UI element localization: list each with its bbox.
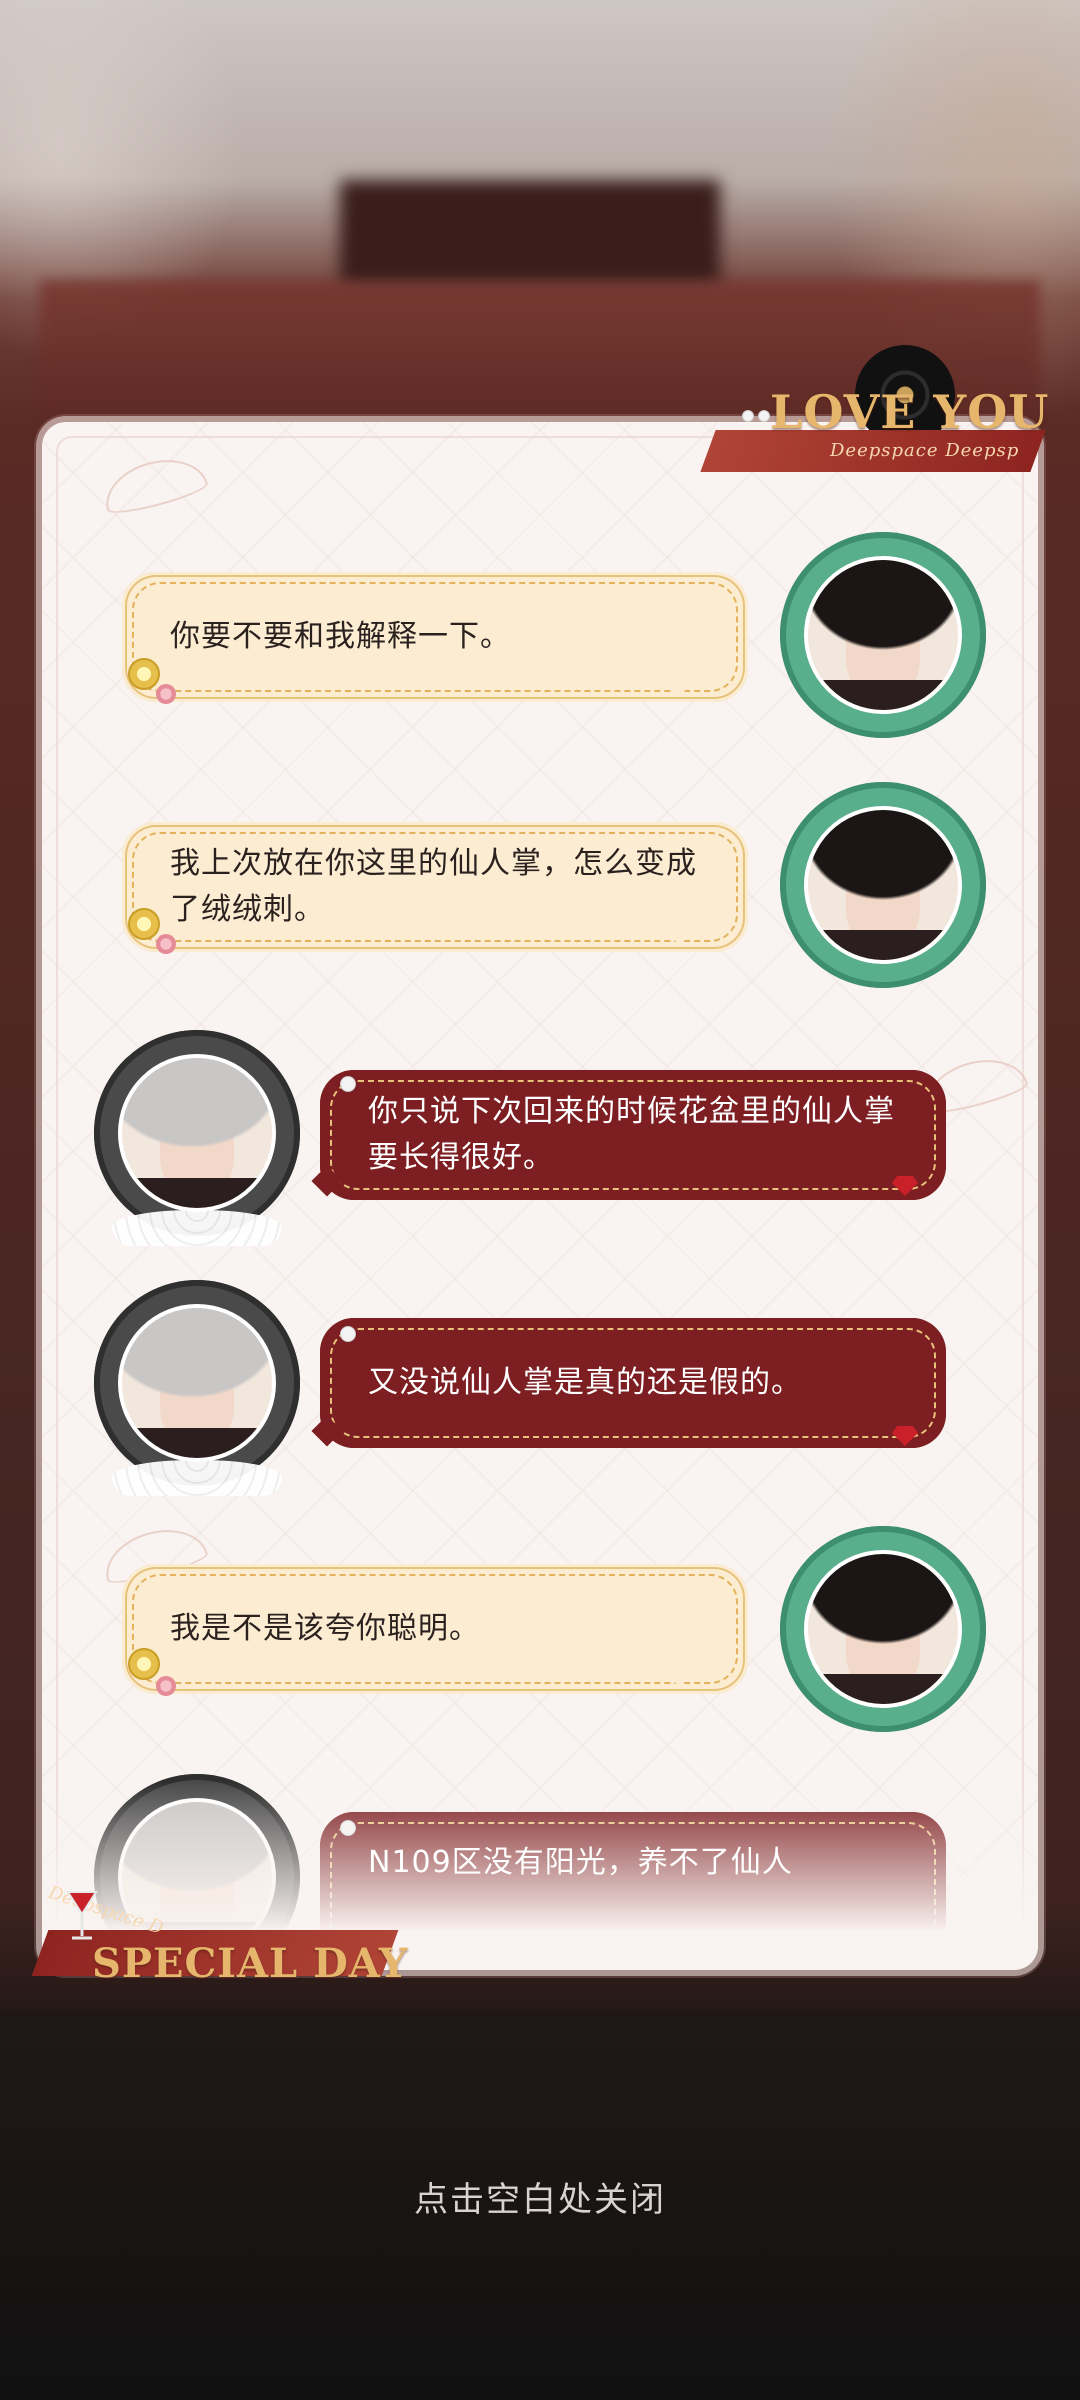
message-text: N109区没有阳光，养不了仙人 [368,1845,793,1880]
ribbon-subtitle: Deepspace Deepsp [830,440,1020,461]
flower-icon [156,934,176,954]
message-text: 我是不是该夸你聪明。 [170,1611,480,1646]
chat-list[interactable]: 你要不要和我解释一下。 我上次放在你这里的仙人掌，怎么变成了绒绒刺。 你只说下次… [42,422,1038,1970]
avatar-face [804,1550,962,1708]
avatar-him [94,1030,300,1246]
message-text: 又没说仙人掌是真的还是假的。 [368,1365,802,1400]
frill-decor [112,1210,282,1246]
coin-icon [128,908,160,940]
ribbon-title: LOVE YOU [770,385,1050,439]
pearl-icon [340,1326,356,1342]
avatar-her [780,782,986,988]
background-decor [340,180,720,290]
coin-icon [128,658,160,690]
message-bubble: 我是不是该夸你聪明。 [122,1564,748,1694]
flower-icon [156,1676,176,1696]
message-bubble: 你要不要和我解释一下。 [122,572,748,702]
message-bubble: 你只说下次回来的时候花盆里的仙人掌要长得很好。 [320,1070,946,1200]
flower-icon [156,684,176,704]
coin-icon [128,1648,160,1680]
special-day-title: SPECIAL DAY [92,1940,409,1987]
avatar-face [804,556,962,714]
message-text: 你要不要和我解释一下。 [170,619,511,654]
pearl-icon [340,1076,356,1092]
cocktail-glass-icon [66,1891,98,1940]
message-bubble: 又没说仙人掌是真的还是假的。 [320,1318,946,1448]
avatar-him [94,1280,300,1496]
avatar-face [118,1304,276,1462]
message-text: 你只说下次回来的时候花盆里的仙人掌要长得很好。 [368,1094,895,1175]
avatar-face [804,806,962,964]
close-hint[interactable]: 点击空白处关闭 [0,2172,1080,2221]
message-bubble: 我上次放在你这里的仙人掌，怎么变成了绒绒刺。 [122,822,748,952]
avatar-face [118,1054,276,1212]
message-text: 我上次放在你这里的仙人掌，怎么变成了绒绒刺。 [170,846,697,927]
frill-decor [112,1460,282,1496]
avatar-her [780,532,986,738]
chat-card: 你要不要和我解释一下。 我上次放在你这里的仙人掌，怎么变成了绒绒刺。 你只说下次… [42,422,1038,1970]
avatar-her [780,1526,986,1732]
